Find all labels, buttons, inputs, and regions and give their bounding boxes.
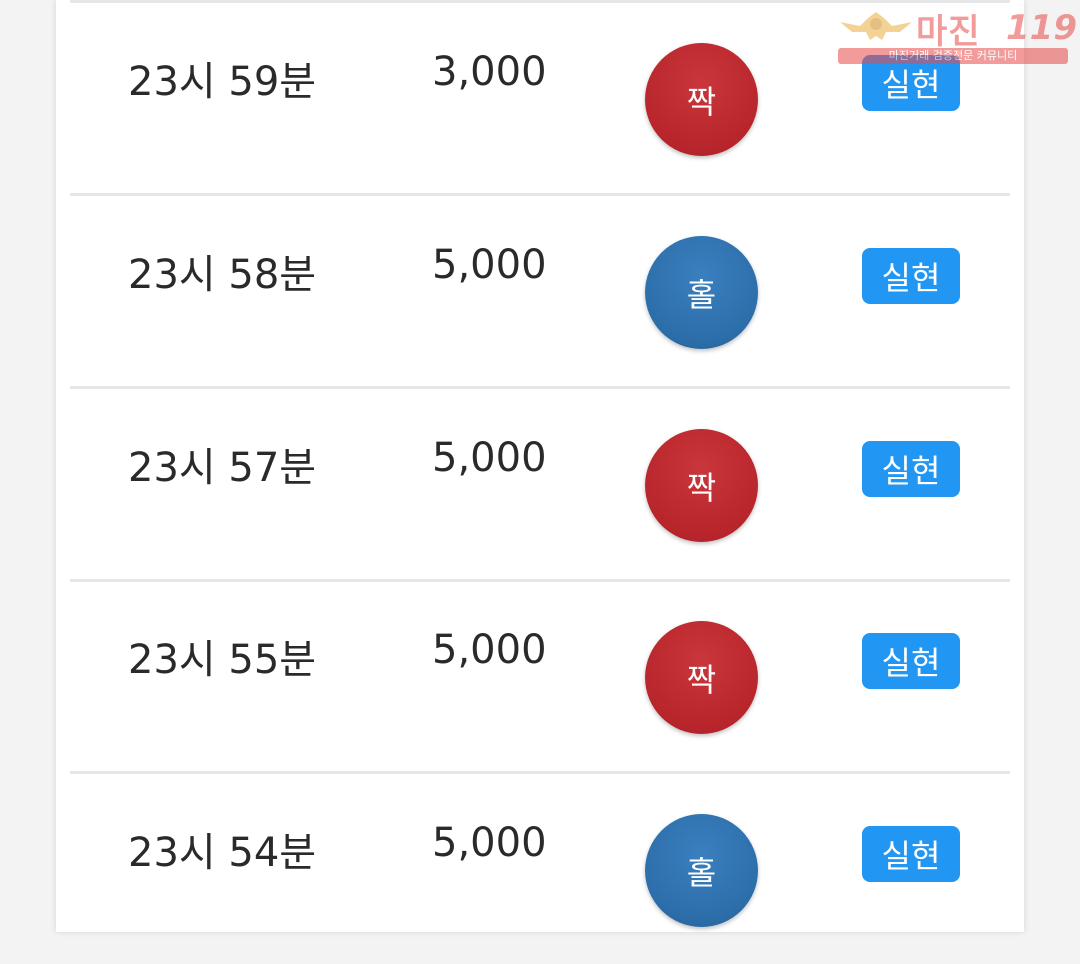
result-ball-odd: 홀 bbox=[645, 236, 758, 349]
status-badge[interactable]: 실현 bbox=[862, 55, 960, 111]
row-time: 23시 58분 bbox=[128, 252, 317, 298]
status-badge[interactable]: 실현 bbox=[862, 441, 960, 497]
result-ball-even: 짝 bbox=[645, 429, 758, 542]
result-row: 23시 55분 5,000 짝 실현 bbox=[70, 581, 1010, 774]
status-badge[interactable]: 실현 bbox=[862, 248, 960, 304]
row-amount: 5,000 bbox=[432, 242, 547, 288]
row-time: 23시 54분 bbox=[128, 830, 317, 876]
result-row: 23시 54분 5,000 홀 실현 bbox=[70, 774, 1010, 964]
row-amount: 5,000 bbox=[432, 820, 547, 866]
status-badge[interactable]: 실현 bbox=[862, 633, 960, 689]
row-amount: 3,000 bbox=[432, 49, 547, 95]
result-list-card: 23시 59분 3,000 짝 실현 23시 58분 5,000 홀 실현 23… bbox=[56, 0, 1024, 932]
result-row: 23시 58분 5,000 홀 실현 bbox=[70, 196, 1010, 389]
result-row: 23시 57분 5,000 짝 실현 bbox=[70, 389, 1010, 582]
result-row: 23시 59분 3,000 짝 실현 bbox=[70, 3, 1010, 196]
row-amount: 5,000 bbox=[432, 435, 547, 481]
result-ball-even: 짝 bbox=[645, 43, 758, 156]
status-badge[interactable]: 실현 bbox=[862, 826, 960, 882]
row-time: 23시 57분 bbox=[128, 445, 317, 491]
row-amount: 5,000 bbox=[432, 627, 547, 673]
result-ball-even: 짝 bbox=[645, 621, 758, 734]
result-ball-odd: 홀 bbox=[645, 814, 758, 927]
row-time: 23시 55분 bbox=[128, 637, 317, 683]
row-time: 23시 59분 bbox=[128, 59, 317, 105]
